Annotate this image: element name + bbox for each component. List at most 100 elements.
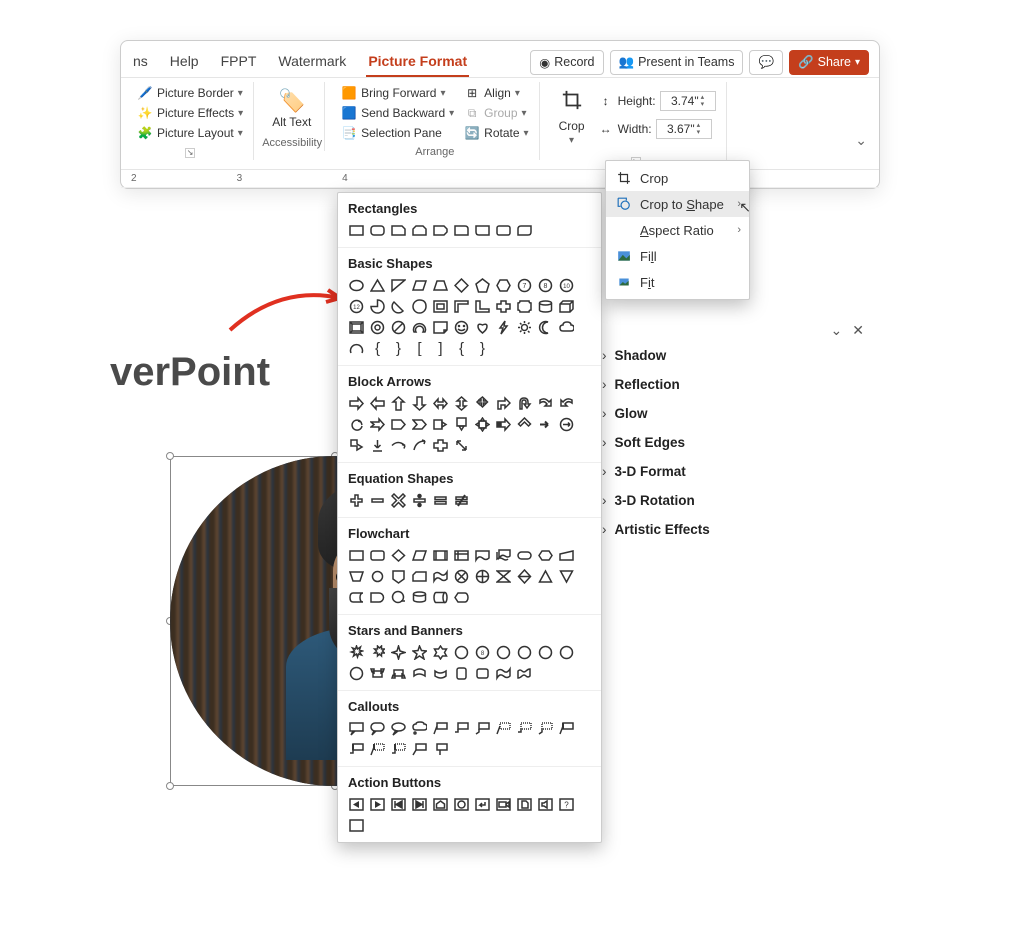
shape-callout-round[interactable] — [369, 720, 386, 737]
shape-fc-offpage[interactable] — [390, 568, 407, 585]
shape-ribbon-up[interactable] — [369, 665, 386, 682]
shape-l-shape[interactable] — [474, 298, 491, 315]
shape-callout-more4[interactable] — [432, 741, 449, 758]
width-input[interactable]: 3.67" ▴▾ — [656, 119, 712, 139]
shape-fc-collate[interactable] — [495, 568, 512, 585]
shape-fc-seq[interactable] — [390, 589, 407, 606]
shape-fc-terminator[interactable] — [516, 547, 533, 564]
picture-effects-button[interactable]: ✨ Picture Effects ▾ — [133, 104, 247, 122]
shape-snip-3[interactable] — [432, 222, 449, 239]
shape-fc-preparation[interactable] — [537, 547, 554, 564]
shape-smiley[interactable] — [453, 319, 470, 336]
shape-arrow-updown[interactable] — [453, 395, 470, 412]
shape-callout-cloud[interactable] — [411, 720, 428, 737]
send-backward-button[interactable]: 🟦 Send Backward ▾ — [337, 104, 458, 122]
shape-arrow-more2[interactable] — [537, 416, 554, 433]
shape-cross[interactable] — [495, 298, 512, 315]
shape-callout-line2[interactable] — [453, 720, 470, 737]
fp-artistic[interactable]: Artistic Effects — [600, 515, 870, 544]
shape-minus[interactable] — [369, 492, 386, 509]
shape-sun[interactable] — [516, 319, 533, 336]
shape-fc-extract[interactable] — [537, 568, 554, 585]
shape-explosion-1[interactable] — [348, 644, 365, 661]
height-input[interactable]: 3.74" ▴▾ — [660, 91, 716, 111]
shape-snip-round[interactable] — [453, 222, 470, 239]
shape-fc-manual-input[interactable] — [558, 547, 575, 564]
shape-callout-border2[interactable] — [516, 720, 533, 737]
shape-divide[interactable] — [411, 492, 428, 509]
shape-callout-accent2[interactable] — [348, 741, 365, 758]
fp-3d-rotation[interactable]: 3-D Rotation — [600, 486, 870, 515]
shape-arrow-more3[interactable] — [558, 416, 575, 433]
shape-bevel[interactable] — [348, 319, 365, 336]
shape-octagon[interactable]: 8 — [537, 277, 554, 294]
shape-arrow-more7[interactable] — [411, 437, 428, 454]
shape-heptagon[interactable]: 7 — [516, 277, 533, 294]
fp-soft-edges[interactable]: Soft Edges — [600, 428, 870, 457]
shape-arrow-curved-l[interactable] — [558, 395, 575, 412]
shape-round-1[interactable] — [474, 222, 491, 239]
shape-bracket-sq-l[interactable]: [ — [411, 340, 428, 357]
shape-callout-border1[interactable] — [495, 720, 512, 737]
shape-round-diag[interactable] — [516, 222, 533, 239]
shape-arrow-striped[interactable] — [495, 416, 512, 433]
shape-multiply[interactable] — [390, 492, 407, 509]
shape-star24[interactable] — [558, 644, 575, 661]
shape-rectangle[interactable] — [348, 222, 365, 239]
shape-arrow-uturn[interactable] — [516, 395, 533, 412]
shape-dodecagon[interactable]: 12 — [348, 298, 365, 315]
shape-triangle[interactable] — [369, 277, 386, 294]
shape-action-info[interactable] — [453, 796, 470, 813]
shape-callout-accent1[interactable] — [558, 720, 575, 737]
share-button[interactable]: 🔗 Share ▾ — [789, 50, 869, 75]
bring-forward-button[interactable]: 🟧 Bring Forward ▾ — [337, 84, 458, 102]
shape-arrow-leftright[interactable] — [432, 395, 449, 412]
shape-cloud[interactable] — [558, 319, 575, 336]
shape-callout-oval[interactable] — [390, 720, 407, 737]
shape-callout-more1[interactable] — [369, 741, 386, 758]
shape-callout-rect[interactable] — [348, 720, 365, 737]
shape-fc-tape[interactable] — [432, 568, 449, 585]
tab-help[interactable]: Help — [168, 47, 201, 77]
shape-fc-process[interactable] — [348, 547, 365, 564]
record-button[interactable]: ◉ Record — [530, 50, 603, 75]
shape-action-end[interactable] — [411, 796, 428, 813]
shape-action-sound[interactable] — [537, 796, 554, 813]
shape-arrow-left[interactable] — [369, 395, 386, 412]
menu-item-crop[interactable]: Crop — [606, 165, 749, 191]
selection-pane-button[interactable]: 📑 Selection Pane — [337, 124, 458, 142]
align-button[interactable]: ⊞ Align ▾ — [460, 84, 532, 102]
shape-decagon[interactable]: 10 — [558, 277, 575, 294]
shape-lightning[interactable] — [495, 319, 512, 336]
shape-rounded-rectangle[interactable] — [369, 222, 386, 239]
shape-block-arc[interactable] — [411, 319, 428, 336]
chevron-down-icon[interactable]: ⌄ — [831, 322, 843, 339]
shape-action-movie[interactable] — [495, 796, 512, 813]
shape-fc-predefined[interactable] — [432, 547, 449, 564]
shape-wave[interactable] — [495, 665, 512, 682]
shape-action-help[interactable]: ? — [558, 796, 575, 813]
shape-donut[interactable] — [369, 319, 386, 336]
fp-3d-format[interactable]: 3-D Format — [600, 457, 870, 486]
shape-callout-line1[interactable] — [432, 720, 449, 737]
shape-equal[interactable] — [432, 492, 449, 509]
shape-bracket-sq-r[interactable]: ] — [432, 340, 449, 357]
shape-scroll-v[interactable] — [453, 665, 470, 682]
picture-layout-button[interactable]: 🧩 Picture Layout ▾ — [133, 124, 247, 142]
shape-can[interactable] — [537, 298, 554, 315]
shape-arrow-callout-q[interactable] — [474, 416, 491, 433]
menu-item-crop-to-shape[interactable]: Crop to Shape › ↖ — [606, 191, 749, 217]
shape-star8[interactable]: 8 — [474, 644, 491, 661]
shape-fc-internal[interactable] — [453, 547, 470, 564]
shape-half-frame[interactable] — [453, 298, 470, 315]
shape-brace-r[interactable]: } — [474, 340, 491, 357]
shape-snip-2[interactable] — [411, 222, 428, 239]
shape-arrow-more1[interactable] — [516, 416, 533, 433]
tab-partial[interactable]: ns — [131, 47, 150, 77]
shape-arrow-notched[interactable] — [369, 416, 386, 433]
shape-arrow-circular[interactable] — [348, 416, 365, 433]
shape-fc-magnetic[interactable] — [411, 589, 428, 606]
shape-plus[interactable] — [348, 492, 365, 509]
shape-brace-l[interactable]: { — [453, 340, 470, 357]
shape-fc-sort[interactable] — [516, 568, 533, 585]
